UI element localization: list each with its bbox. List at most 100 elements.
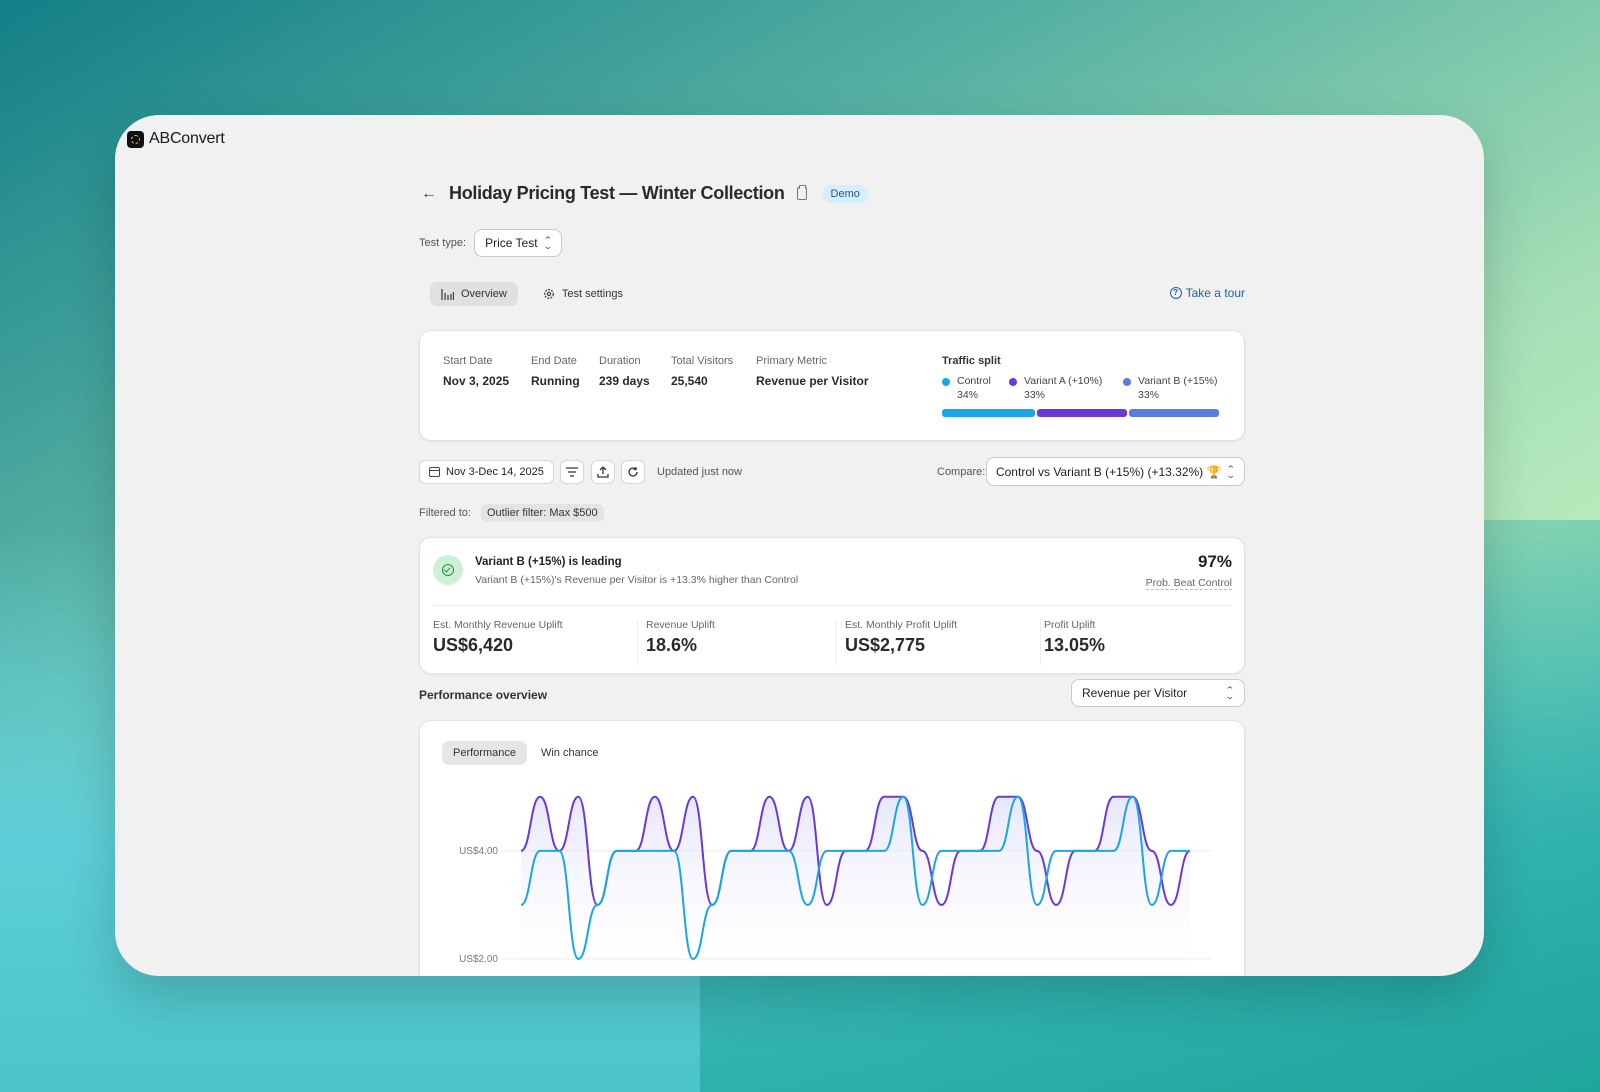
y-tick-label: US$2.00	[459, 954, 498, 965]
compare-value: Control vs Variant B (+15%) (+13.32%) 🏆	[995, 464, 1222, 479]
chart-tabs: Performance Win chance	[442, 741, 609, 765]
tab-win-chance[interactable]: Win chance	[530, 741, 609, 765]
tab-performance[interactable]: Performance	[442, 741, 527, 765]
abconvert-logo-icon	[127, 130, 144, 148]
metric-value: 18.6%	[646, 635, 698, 655]
metric-separator	[637, 620, 638, 665]
metric-revenue-uplift: Revenue Uplift 18.6%	[646, 619, 845, 656]
check-circle-icon	[433, 555, 463, 585]
stat-label: Start Date	[443, 355, 493, 367]
metric-select-value: Revenue per Visitor	[1082, 686, 1188, 700]
gear-icon	[543, 289, 554, 299]
test-type-row: Test type: Price Test ⌃ ⌄	[419, 229, 563, 257]
metric-est-monthly-revenue: Est. Monthly Revenue Uplift US$6,420	[433, 619, 646, 656]
stat-primary-metric: Primary Metric Revenue per Visitor	[756, 355, 869, 388]
chevron-updown-icon: ⌃ ⌄	[542, 235, 553, 251]
divider	[433, 605, 1232, 606]
filter-row: Filtered to: Outlier filter: Max $500	[419, 504, 604, 522]
filtered-label: Filtered to:	[419, 507, 471, 519]
title-row: ← Holiday Pricing Test — Winter Collecti…	[419, 183, 868, 204]
traffic-split-label: Traffic split	[942, 355, 1001, 367]
uplift-metrics: Est. Monthly Revenue Uplift US$6,420 Rev…	[433, 619, 1232, 656]
y-tick-label: US$4.00	[459, 846, 498, 857]
metric-value: 13.05%	[1044, 635, 1106, 655]
control-dot	[942, 378, 950, 386]
traffic-name: Control	[957, 375, 991, 387]
prob-beat-label[interactable]: Prob. Beat Control	[1145, 577, 1232, 590]
filter-icon	[566, 467, 578, 477]
clipboard-icon[interactable]	[796, 185, 807, 200]
refresh-button[interactable]	[621, 460, 645, 484]
metric-select[interactable]: Revenue per Visitor ⌃ ⌄	[1071, 679, 1245, 707]
stat-value: Revenue per Visitor	[756, 374, 869, 388]
back-arrow-icon[interactable]: ←	[419, 185, 439, 203]
traffic-pct: 34%	[957, 389, 979, 401]
test-type-select[interactable]: Price Test ⌃ ⌄	[474, 229, 563, 257]
stat-value: 239 days	[599, 374, 650, 388]
stat-duration: Duration 239 days	[599, 355, 650, 388]
updated-status: Updated just now	[657, 466, 742, 478]
export-button[interactable]	[591, 460, 615, 484]
metric-label: Profit Uplift	[1044, 619, 1096, 631]
stat-total-visitors: Total Visitors 25,540	[671, 355, 733, 388]
metric-profit-uplift: Profit Uplift 13.05%	[1044, 619, 1105, 656]
traffic-name: Variant B (+15%)	[1138, 375, 1218, 387]
tab-overview[interactable]: Overview	[430, 282, 518, 306]
traffic-bar-segment	[942, 409, 1035, 417]
traffic-item-variant-b: Variant B (+15%) 33%	[1123, 374, 1217, 402]
traffic-split: Traffic split Control 34% Variant A (+10%…	[942, 355, 1222, 417]
calendar-icon	[429, 467, 440, 477]
page-title: Holiday Pricing Test — Winter Collection	[449, 183, 785, 203]
filter-button[interactable]	[560, 460, 584, 484]
compare-select[interactable]: Control vs Variant B (+15%) (+13.32%) 🏆 …	[985, 457, 1245, 486]
stat-value: 25,540	[671, 374, 708, 388]
stat-label: Total Visitors	[671, 355, 734, 367]
date-range-label: Nov 3-Dec 14, 2025	[446, 466, 544, 478]
traffic-pct: 33%	[1138, 389, 1160, 401]
app-name: ABConvert	[149, 130, 225, 147]
compare-label: Compare:	[937, 466, 986, 478]
result-card: Variant B (+15%) is leading Variant B (+…	[419, 537, 1245, 674]
results-toolbar: Nov 3-Dec 14, 2025 Updated just now Comp…	[419, 457, 1245, 486]
metric-value: US$6,420	[433, 635, 514, 655]
traffic-bar-segment	[1129, 409, 1219, 417]
prob-beat-value: 97%	[1197, 552, 1232, 571]
performance-chart-card: Performance Win chance US$4.00 US$2.00	[419, 720, 1245, 976]
stat-value: Running	[531, 374, 580, 388]
date-range-picker[interactable]: Nov 3-Dec 14, 2025	[419, 460, 554, 484]
performance-title: Performance overview	[419, 688, 548, 702]
metric-separator	[836, 620, 837, 665]
summary-card: Start Date Nov 3, 2025 End Date Running …	[419, 330, 1245, 441]
help-icon: ?	[1169, 287, 1182, 299]
tab-test-settings[interactable]: Test settings	[532, 282, 634, 306]
metric-est-monthly-profit: Est. Monthly Profit Uplift US$2,775	[845, 619, 1044, 656]
outlier-filter-chip[interactable]: Outlier filter: Max $500	[480, 504, 604, 522]
tab-overview-label: Overview	[461, 288, 507, 300]
traffic-bar	[942, 409, 1222, 417]
variant-b-dot	[1123, 378, 1131, 386]
tour-label: Take a tour	[1185, 286, 1245, 300]
traffic-name: Variant A (+10%)	[1024, 375, 1103, 387]
traffic-bar-segment	[1037, 409, 1127, 417]
stat-label: Primary Metric	[756, 355, 827, 367]
upload-icon	[597, 466, 609, 478]
app-window: ABConvert ← Holiday Pricing Test — Winte…	[115, 115, 1484, 976]
metric-label: Est. Monthly Profit Uplift	[845, 619, 958, 631]
chevron-updown-icon: ⌃ ⌄	[1226, 463, 1237, 480]
test-type-label: Test type:	[419, 237, 467, 249]
page-tabs: Overview Test settings	[430, 282, 634, 306]
series-area	[521, 796, 1190, 976]
variant-a-dot	[1009, 378, 1017, 386]
traffic-item-control: Control 34%	[942, 374, 1009, 402]
stat-label: Duration	[599, 355, 641, 367]
traffic-item-variant-a: Variant A (+10%) 33%	[1009, 374, 1123, 402]
metric-label: Est. Monthly Revenue Uplift	[433, 619, 563, 631]
take-a-tour-link[interactable]: ? Take a tour	[1169, 286, 1245, 300]
demo-badge: Demo	[822, 184, 868, 203]
refresh-icon	[628, 467, 638, 477]
tab-test-settings-label: Test settings	[561, 288, 623, 300]
stat-start-date: Start Date Nov 3, 2025	[443, 355, 509, 388]
metric-value: US$2,775	[845, 635, 926, 655]
leading-title: Variant B (+15%) is leading	[475, 556, 622, 568]
performance-line-chart: US$4.00 US$2.00	[459, 795, 1212, 976]
